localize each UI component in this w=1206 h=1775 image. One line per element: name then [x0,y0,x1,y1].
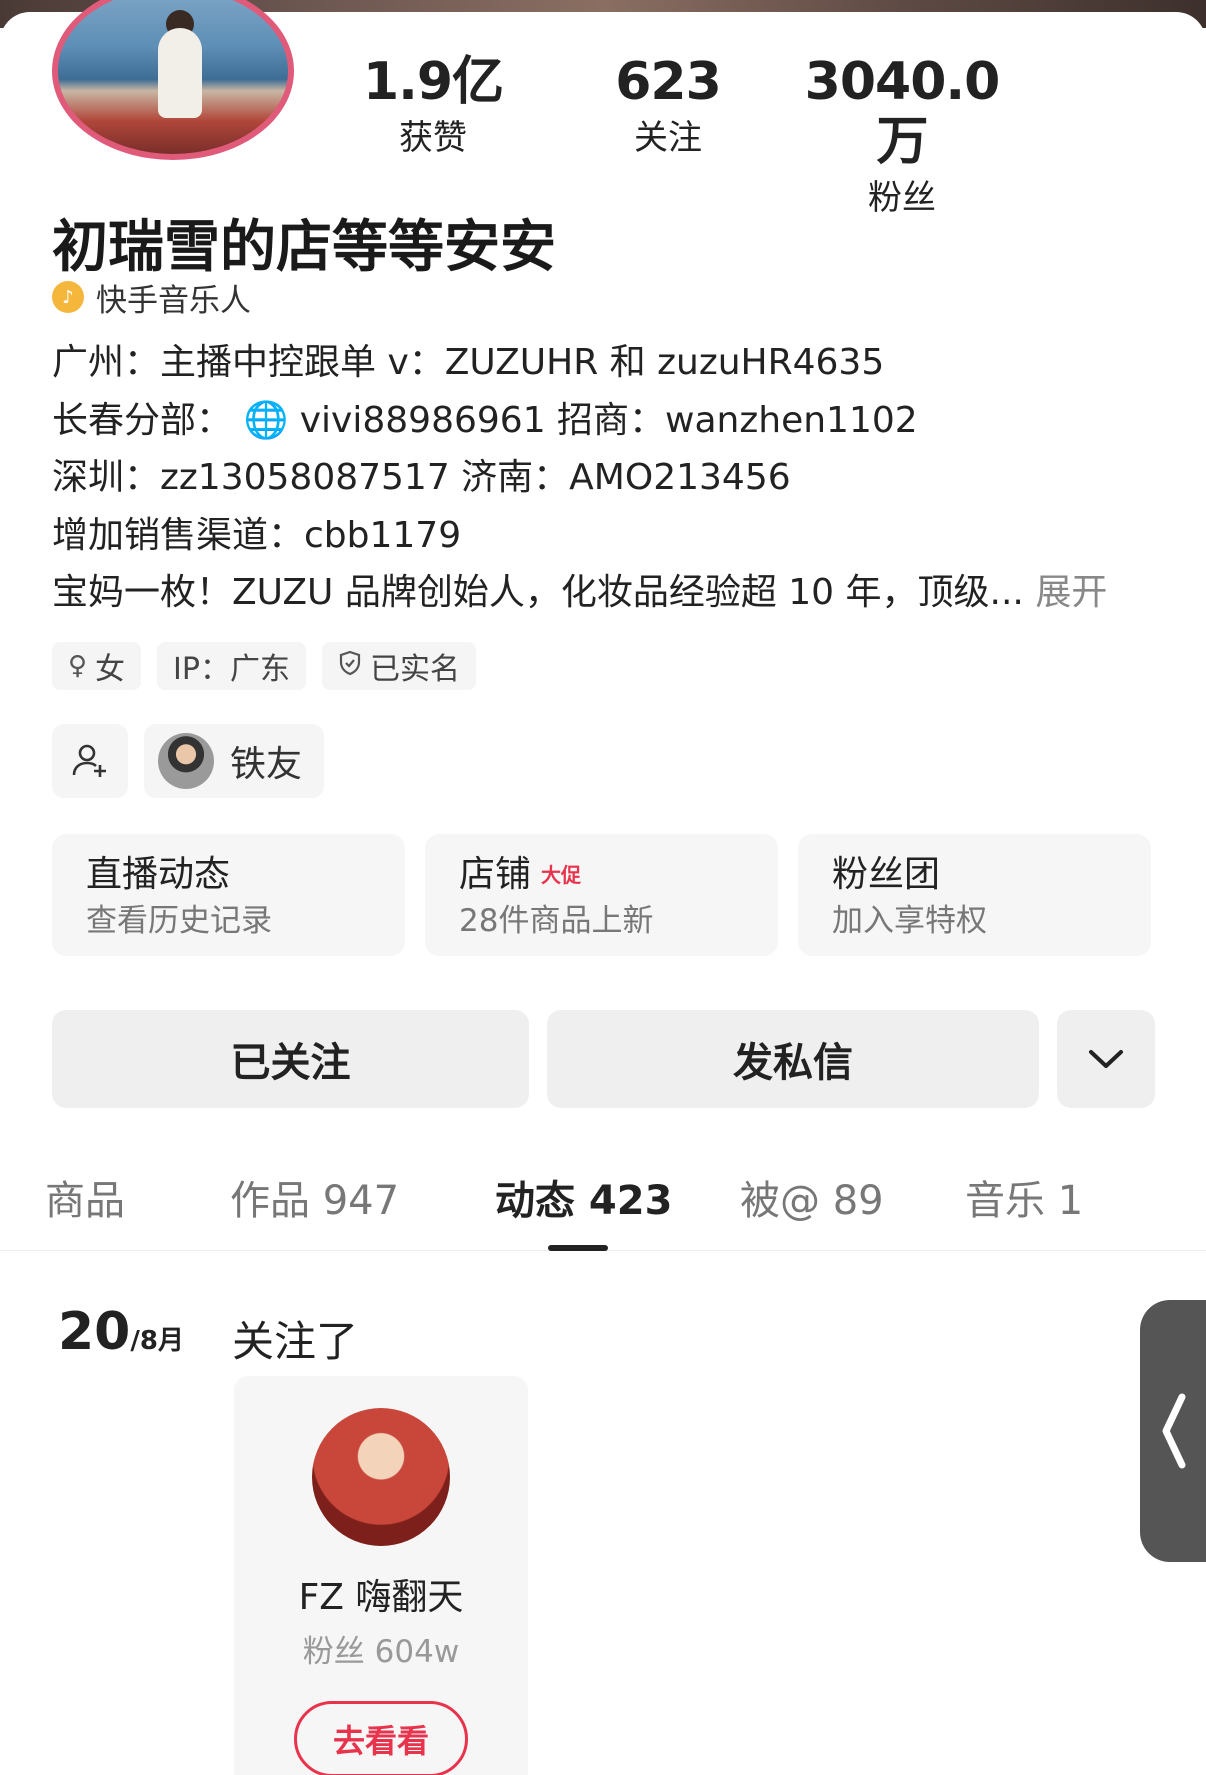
tag-verified[interactable]: 已实名 [322,642,476,690]
stat-fans-label: 粉丝 [868,178,936,218]
music-note-icon: ♪ [52,281,84,313]
expand-link[interactable]: 展开 [1035,572,1107,613]
bio-truncated-text: 宝妈一枚！ZUZU 品牌创始人，化妆品经验超 10 年，顶级... [52,572,1024,613]
tab-music[interactable]: 音乐 1 [965,1167,1083,1235]
profile-tags: ♀ 女 IP：广东 已实名 [52,642,476,690]
followed-user-card[interactable]: FZ 嗨翻天 粉丝 604w 去看看 [234,1376,528,1775]
female-icon: ♀ [68,651,88,681]
profile-stats: 1.9亿 获赞 623 关注 3040.0万 粉丝 [360,52,1160,218]
side-panel-handle[interactable] [1140,1300,1206,1562]
stat-following-label: 关注 [634,118,702,158]
card-title: 店铺 [459,854,532,895]
feed-day: 20 [58,1302,131,1362]
card-live-history[interactable]: 直播动态 查看历史记录 [52,834,405,956]
bio-line: 增加销售渠道：cbb1179 [52,514,462,556]
card-subtitle: 28件商品上新 [459,903,654,939]
avatar[interactable] [52,0,294,160]
bio-line: 深圳：zz13058087517 济南：AMO213456 [52,457,791,498]
followed-user-name: FZ 嗨翻天 [298,1577,464,1618]
tag-ip-label: IP：广东 [173,652,290,687]
tab-works[interactable]: 作品 947 [230,1167,399,1235]
avatar-figure [158,28,202,118]
go-see-button[interactable]: 去看看 [294,1701,468,1775]
stat-fans[interactable]: 3040.0万 粉丝 [782,52,1022,224]
badge-label: 快手音乐人 [96,282,251,319]
stat-likes-value: 1.9亿 [362,52,504,112]
feed-month: /8月 [130,1326,184,1356]
card-title-row: 店铺 大促 [459,852,744,898]
tie-friends-label: 铁友 [230,744,303,785]
bio-line: 长春分部： 🌐 vivi88986961 招商：wanzhen1102 [52,392,1162,450]
feed-date: 20/8月 [58,1302,184,1362]
card-fan-club[interactable]: 粉丝团 加入享特权 [798,834,1151,956]
tag-ip: IP：广东 [157,642,306,690]
tag-verified-label: 已实名 [370,652,460,687]
followed-user-fans: 粉丝 604w [302,1634,460,1670]
feed-action-text: 关注了 [232,1317,359,1366]
content-tabs: 商品 作品 947 动态 423 被@ 89 音乐 1 [0,1167,1206,1251]
card-title: 直播动态 [86,854,231,895]
feature-cards: 直播动态 查看历史记录 店铺 大促 28件商品上新 粉丝团 加入享特权 [52,834,1151,956]
bio-line-suffix: vivi88986961 招商：wanzhen1102 [299,399,918,441]
stat-following-value: 623 [615,52,722,112]
profile-name: 初瑞雪的店等等安安 [52,215,556,280]
shield-check-icon [338,650,362,683]
card-subtitle: 加入享特权 [832,903,987,939]
add-user-icon [72,744,106,777]
active-tab-indicator [548,1245,608,1251]
more-button[interactable] [1057,1010,1155,1108]
stat-likes-label: 获赞 [399,118,467,158]
bio-line-prefix: 长春分部： [52,399,233,441]
send-message-button[interactable]: 发私信 [547,1010,1039,1108]
globe-icon: 🌐 [243,399,289,441]
add-friend-button[interactable] [52,724,128,798]
chevron-left-icon [1162,1393,1186,1469]
friend-avatar [158,733,214,789]
followed-user-avatar[interactable] [312,1408,450,1546]
tag-gender-label: 女 [95,652,126,687]
chevron-down-icon [1089,1050,1123,1068]
card-shop[interactable]: 店铺 大促 28件商品上新 [425,834,778,956]
friend-row: 铁友 [52,724,325,798]
tab-mentions[interactable]: 被@ 89 [740,1167,884,1235]
action-buttons: 已关注 发私信 [52,1010,1155,1108]
profile-sheet: 1.9亿 获赞 623 关注 3040.0万 粉丝 初瑞雪的店等等安安 ♪ 快手… [0,0,1206,1775]
followed-button[interactable]: 已关注 [52,1010,529,1108]
profile-bio: 广州：主播中控跟单 v：ZUZUHR 和 zuzuHR4635 长春分部： 🌐 … [52,334,1162,622]
tag-gender: ♀ 女 [52,642,142,690]
tab-moments[interactable]: 动态 423 [495,1167,672,1235]
tab-products[interactable]: 商品 [45,1167,125,1235]
card-subtitle: 查看历史记录 [86,903,272,939]
stat-following[interactable]: 623 关注 [548,52,788,164]
tie-friends-button[interactable]: 铁友 [144,724,325,798]
stat-fans-value: 3040.0万 [804,52,1001,172]
music-badge[interactable]: ♪ 快手音乐人 [52,277,251,319]
bio-line: 广州：主播中控跟单 v：ZUZUHR 和 zuzuHR4635 [52,342,885,383]
bio-line: 宝妈一枚！ZUZU 品牌创始人，化妆品经验超 10 年，顶级... 展开 [52,564,1162,622]
promo-badge: 大促 [541,863,582,887]
card-title: 粉丝团 [832,854,941,895]
stat-likes[interactable]: 1.9亿 获赞 [313,52,553,164]
